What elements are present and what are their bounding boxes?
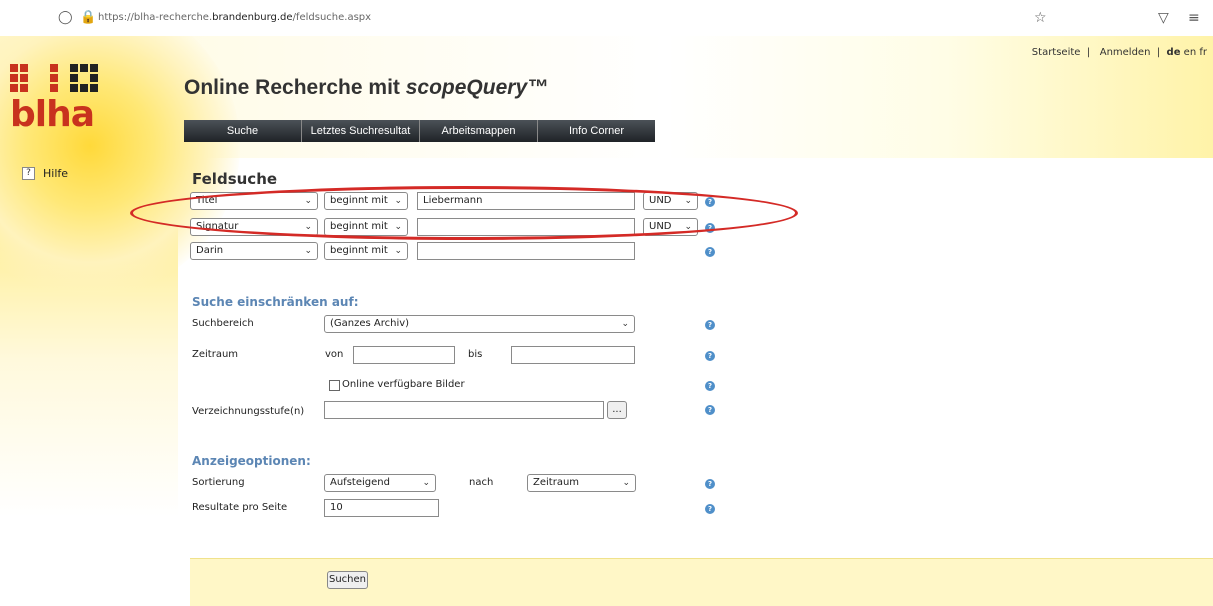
blha-logo[interactable]: blha [10, 64, 100, 135]
field-select-3[interactable]: Darin ⌄ [190, 242, 318, 260]
help-icon[interactable]: ? [705, 504, 715, 514]
page-title: Online Recherche mit scopeQuery™ [184, 76, 548, 100]
menu-item-info-corner[interactable]: Info Corner [538, 120, 655, 142]
help-icon[interactable]: ? [705, 479, 715, 489]
operator-select-value: beginnt mit [330, 195, 388, 206]
help-icon[interactable]: ? [705, 351, 715, 361]
help-icon: ? [22, 167, 35, 180]
chevron-down-icon: ⌄ [394, 196, 402, 206]
bookmark-star-icon[interactable]: ☆ [1034, 10, 1047, 26]
separator: | [1086, 47, 1091, 58]
title-text: Online Recherche mit [184, 76, 406, 99]
anmelden-link[interactable]: Anmelden [1100, 47, 1151, 58]
search-value-input-1[interactable]: Liebermann [417, 192, 635, 210]
online-bilder-checkbox[interactable] [329, 380, 340, 391]
logic-select-value: UND [649, 221, 672, 232]
field-select-1[interactable]: Titel ⌄ [190, 192, 318, 210]
resultate-label: Resultate pro Seite [192, 502, 288, 513]
browser-toolbar: ◯ 🔒 https://blha-recherche.brandenburg.d… [0, 0, 1213, 36]
help-icon[interactable]: ? [705, 405, 715, 415]
field-select-value: Titel [196, 195, 218, 206]
field-select-value: Darin [196, 245, 224, 256]
chevron-down-icon: ⌄ [394, 222, 402, 232]
chevron-down-icon: ⌄ [394, 246, 402, 256]
verzeichnung-input[interactable] [324, 401, 604, 419]
help-icon[interactable]: ? [705, 223, 715, 233]
lock-icon[interactable]: 🔒 [80, 11, 96, 25]
sort-order-value: Aufsteigend [330, 477, 390, 488]
von-label: von [325, 349, 344, 360]
chevron-down-icon: ⌄ [304, 246, 312, 256]
top-links: Startseite | Anmelden | de en fr [1032, 47, 1207, 58]
restrict-heading: Suche einschränken auf: [192, 295, 359, 309]
logo-grid [10, 64, 98, 92]
menu-item-letztes-suchresultat[interactable]: Letztes Suchresultat [302, 120, 420, 142]
menu-icon[interactable]: ≡ [1188, 10, 1200, 26]
logic-select-value: UND [649, 195, 672, 206]
help-icon[interactable]: ? [705, 247, 715, 257]
hilfe-label: Hilfe [43, 167, 69, 180]
zeitraum-label: Zeitraum [192, 349, 239, 360]
suchen-button[interactable]: Suchen [327, 571, 368, 589]
operator-select-value: beginnt mit [330, 245, 388, 256]
chevron-down-icon: ⌄ [684, 196, 692, 206]
display-heading: Anzeigeoptionen: [192, 454, 311, 468]
chevron-down-icon: ⌄ [422, 478, 430, 488]
lang-de-link[interactable]: de [1167, 47, 1181, 58]
logic-select-1[interactable]: UND ⌄ [643, 192, 698, 210]
startseite-link[interactable]: Startseite [1032, 47, 1081, 58]
lang-fr-link[interactable]: fr [1199, 47, 1207, 58]
shield-icon[interactable]: ◯ [58, 11, 73, 25]
menu-item-suche[interactable]: Suche [184, 120, 302, 142]
suchbereich-label: Suchbereich [192, 318, 254, 329]
sort-order-select[interactable]: Aufsteigend ⌄ [324, 474, 436, 492]
bis-label: bis [468, 349, 483, 360]
chevron-down-icon: ⌄ [304, 196, 312, 206]
sidebar-item-hilfe[interactable]: ? Hilfe [22, 167, 68, 180]
suchbereich-value: (Ganzes Archiv) [330, 318, 410, 329]
suchbereich-select[interactable]: (Ganzes Archiv) ⌄ [324, 315, 635, 333]
online-bilder-label: Online verfügbare Bilder [342, 379, 465, 390]
help-icon[interactable]: ? [705, 197, 715, 207]
verzeichnung-label: Verzeichnungsstufe(n) [192, 406, 305, 417]
operator-select-value: beginnt mit [330, 221, 388, 232]
operator-select-3[interactable]: beginnt mit ⌄ [324, 242, 408, 260]
operator-select-1[interactable]: beginnt mit ⌄ [324, 192, 408, 210]
field-select-value: Signatur [196, 221, 239, 232]
sortierung-label: Sortierung [192, 477, 245, 488]
chevron-down-icon: ⌄ [621, 319, 629, 329]
chevron-down-icon: ⌄ [622, 478, 630, 488]
field-select-2[interactable]: Signatur ⌄ [190, 218, 318, 236]
pocket-icon[interactable]: ▽ [1158, 10, 1169, 26]
logic-select-2[interactable]: UND ⌄ [643, 218, 698, 236]
nach-label: nach [469, 477, 494, 488]
help-icon[interactable]: ? [705, 381, 715, 391]
resultate-input[interactable]: 10 [324, 499, 439, 517]
search-value-input-2[interactable] [417, 218, 635, 236]
zeitraum-von-input[interactable] [353, 346, 455, 364]
title-brand: scopeQuery™ [405, 76, 549, 99]
page: blha Startseite | Anmelden | de en fr On… [0, 36, 1213, 606]
lang-en-link[interactable]: en [1184, 47, 1197, 58]
help-icon[interactable]: ? [705, 320, 715, 330]
address-bar[interactable]: https://blha-recherche.brandenburg.de/fe… [98, 12, 371, 23]
feldsuche-heading: Feldsuche [192, 170, 278, 188]
separator: | [1156, 47, 1161, 58]
chevron-down-icon: ⌄ [684, 222, 692, 232]
chevron-down-icon: ⌄ [304, 222, 312, 232]
logo-text: blha [10, 94, 95, 135]
sort-field-select[interactable]: Zeitraum ⌄ [527, 474, 636, 492]
zeitraum-bis-input[interactable] [511, 346, 635, 364]
main-menu: Suche Letztes Suchresultat Arbeitsmappen… [184, 120, 655, 142]
menu-item-arbeitsmappen[interactable]: Arbeitsmappen [420, 120, 538, 142]
search-value-input-3[interactable] [417, 242, 635, 260]
sort-field-value: Zeitraum [533, 477, 580, 488]
verzeichnung-browse-button[interactable]: ... [607, 401, 627, 419]
operator-select-2[interactable]: beginnt mit ⌄ [324, 218, 408, 236]
